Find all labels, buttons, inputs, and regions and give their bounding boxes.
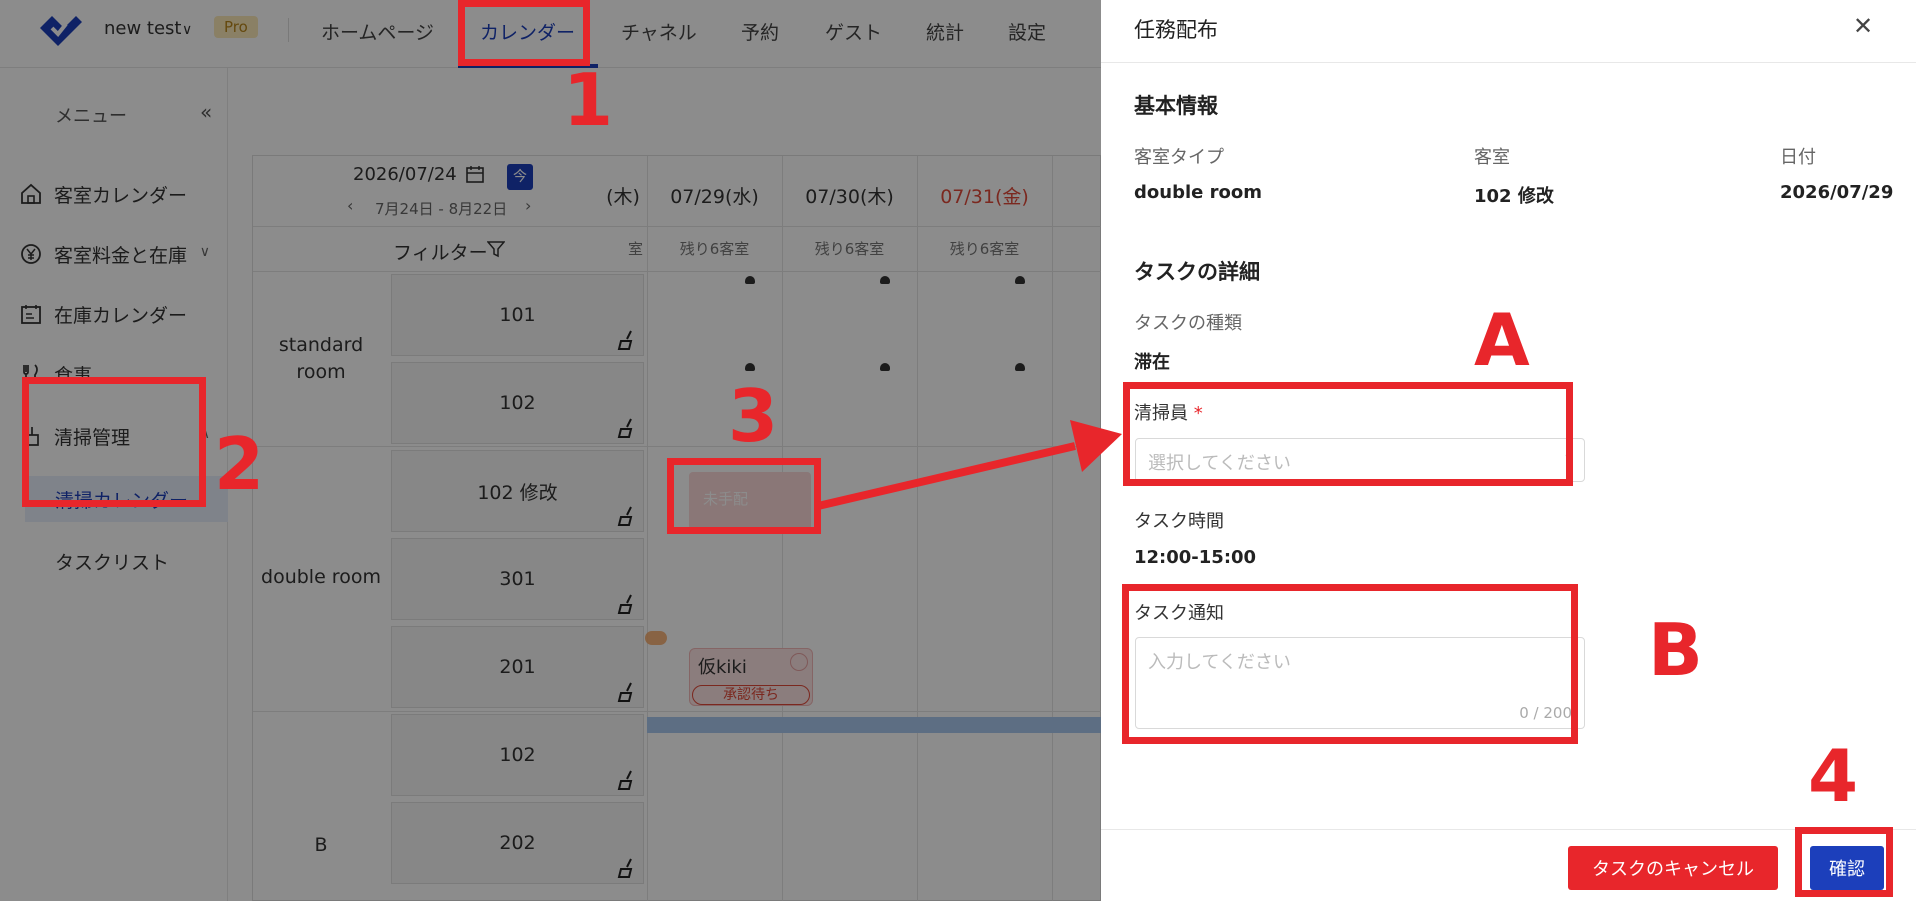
annotation-letter-b: B bbox=[1648, 608, 1703, 692]
annotation-letter-a: A bbox=[1474, 298, 1530, 382]
annotation-box-4 bbox=[1795, 827, 1893, 897]
room-type-value: double room bbox=[1134, 182, 1262, 203]
annotation-number-3: 3 bbox=[728, 374, 779, 458]
room-label: 客室 bbox=[1474, 147, 1510, 168]
annotation-box-2 bbox=[22, 377, 206, 507]
room-type-label: 客室タイプ bbox=[1134, 147, 1224, 168]
room-value: 102 修改 bbox=[1474, 186, 1554, 207]
task-type-label: タスクの種類 bbox=[1134, 313, 1242, 334]
annotation-number-4: 4 bbox=[1808, 734, 1859, 818]
divider bbox=[1101, 829, 1916, 830]
annotation-box-1 bbox=[458, 0, 590, 66]
annotation-number-2: 2 bbox=[214, 422, 265, 506]
annotation-box-b bbox=[1122, 584, 1578, 744]
divider bbox=[1101, 62, 1916, 63]
section-title: タスクの詳細 bbox=[1134, 260, 1260, 284]
section-title: 基本情報 bbox=[1134, 94, 1218, 118]
task-time-label: タスク時間 bbox=[1134, 511, 1224, 532]
task-type-value: 滞在 bbox=[1134, 352, 1170, 373]
annotation-number-1: 1 bbox=[563, 58, 614, 142]
task-time-value: 12:00-15:00 bbox=[1134, 547, 1257, 568]
cancel-task-button[interactable]: タスクのキャンセル bbox=[1568, 846, 1778, 890]
date-label: 日付 bbox=[1780, 147, 1816, 168]
annotation-box-3 bbox=[667, 458, 821, 534]
close-icon[interactable]: ✕ bbox=[1853, 12, 1873, 40]
drawer-title: 任務配布 bbox=[1134, 18, 1218, 42]
annotation-box-a bbox=[1123, 382, 1573, 486]
date-value: 2026/07/29 bbox=[1780, 182, 1894, 203]
